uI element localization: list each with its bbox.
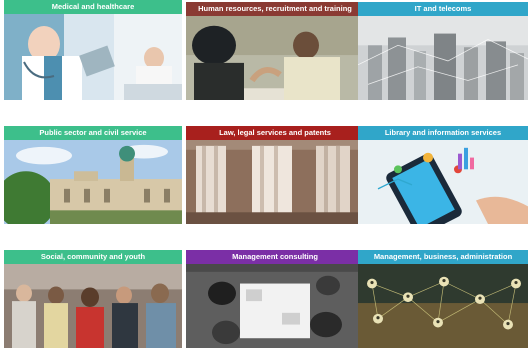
category-tile-library[interactable]: Library and information services bbox=[358, 126, 528, 224]
meeting-photo bbox=[186, 16, 364, 100]
category-label: Law, legal services and patents bbox=[186, 126, 364, 140]
category-tile-public-sector[interactable]: Public sector and civil service bbox=[4, 126, 182, 224]
category-tile-medical[interactable]: Medical and healthcare bbox=[4, 0, 182, 100]
category-label: Medical and healthcare bbox=[4, 0, 182, 14]
category-tile-hr[interactable]: Human resources, recruitment and trainin… bbox=[186, 2, 364, 100]
category-label: Human resources, recruitment and trainin… bbox=[186, 2, 364, 16]
category-label: Management consulting bbox=[186, 250, 364, 264]
category-label: Social, community and youth bbox=[4, 250, 182, 264]
columns-photo bbox=[186, 140, 364, 224]
phone-data-photo bbox=[358, 140, 528, 224]
office-table-photo bbox=[186, 264, 364, 348]
people-network-photo bbox=[358, 264, 528, 348]
group-photo bbox=[4, 264, 182, 348]
hospital-photo bbox=[4, 14, 182, 100]
category-label: IT and telecoms bbox=[358, 2, 528, 16]
category-tile-law[interactable]: Law, legal services and patents bbox=[186, 126, 364, 224]
category-tile-management[interactable]: Management, business, administration bbox=[358, 250, 528, 348]
category-label: Public sector and civil service bbox=[4, 126, 182, 140]
category-tile-social[interactable]: Social, community and youth bbox=[4, 250, 182, 348]
category-tile-consulting[interactable]: Management consulting bbox=[186, 250, 364, 348]
city-network-photo bbox=[358, 16, 528, 100]
category-tile-it[interactable]: IT and telecoms bbox=[358, 2, 528, 100]
city-hall-photo bbox=[4, 140, 182, 224]
category-label: Management, business, administration bbox=[358, 250, 528, 264]
category-label: Library and information services bbox=[358, 126, 528, 140]
